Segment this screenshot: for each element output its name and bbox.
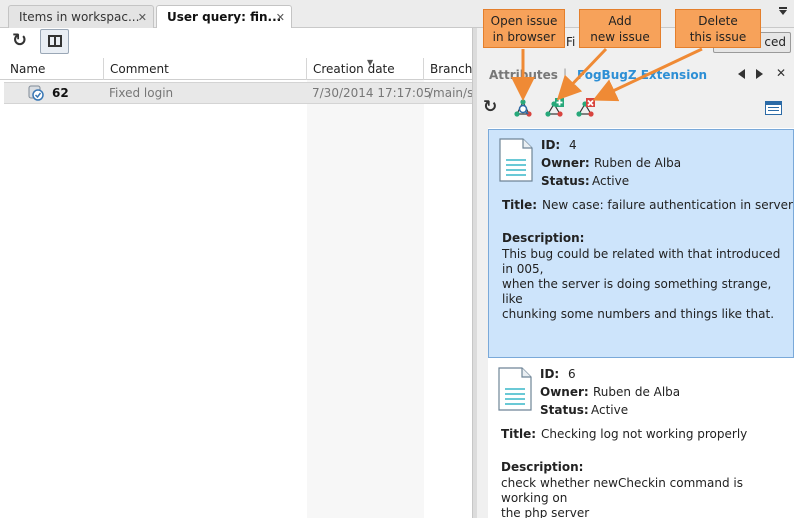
open-issue-icon[interactable] — [512, 97, 534, 119]
tab-user-query[interactable]: User query: fin... ✕ — [156, 5, 292, 29]
id-label: ID: — [540, 367, 560, 381]
close-icon[interactable]: ✕ — [776, 66, 786, 80]
column-header-branch[interactable]: Branch — [424, 58, 472, 80]
issue-owner: Ruben de Alba — [594, 156, 682, 170]
owner-label: Owner: — [540, 385, 589, 399]
issue-description: This bug could be related with that intr… — [502, 247, 781, 321]
chevron-down-icon[interactable] — [778, 6, 788, 16]
left-toolbar: ↻ — [0, 28, 474, 56]
description-label: Description: — [502, 231, 585, 245]
filter-label: Fi — [566, 35, 576, 49]
tab-label: User query: fin... — [167, 10, 282, 24]
issue-title: Checking log not working properly — [541, 427, 748, 441]
owner-label: Owner: — [541, 156, 590, 170]
table-header: Name Comment Creation date Branch ▼ — [0, 58, 472, 80]
description-label: Description: — [501, 460, 584, 474]
callout-delete-issue: Delete this issue — [675, 9, 761, 48]
nav-prev-icon[interactable] — [738, 69, 745, 79]
issue-status: Active — [591, 403, 629, 417]
extension-toolbar: ↻ — [477, 92, 794, 124]
refresh-icon[interactable]: ↻ — [12, 32, 27, 50]
tab-fogbugz-extension[interactable]: FogBugZ Extension — [577, 68, 707, 82]
nav-next-icon[interactable] — [756, 69, 763, 79]
issue-id: 4 — [569, 138, 577, 152]
refresh-icon[interactable]: ↻ — [483, 98, 497, 116]
id-label: ID: — [541, 138, 561, 152]
add-issue-icon[interactable] — [543, 97, 565, 119]
tab-attributes[interactable]: Attributes — [489, 68, 558, 82]
tab-label: Items in workspac... — [19, 10, 140, 24]
changeset-icon — [28, 85, 44, 101]
issue-list: ID: 4 Owner: Ruben de Alba Status: Activ… — [488, 128, 794, 518]
column-header-creation-date[interactable]: Creation date — [307, 58, 424, 80]
table-row[interactable]: 62 Fixed login 7/30/2014 17:17:05 /main/… — [4, 82, 472, 104]
title-label: Title: — [501, 427, 537, 441]
panel-icon — [48, 35, 62, 47]
row-comment: Fixed login — [109, 86, 174, 100]
row-branch: /main/s — [429, 86, 472, 100]
tab-separator: | — [563, 67, 568, 81]
tab-items-in-workspace[interactable]: Items in workspac... ✕ — [8, 5, 154, 28]
close-icon[interactable]: ✕ — [276, 11, 285, 24]
column-header-name[interactable]: Name — [4, 58, 104, 80]
grid-view-icon[interactable] — [765, 101, 782, 115]
document-icon — [499, 138, 533, 182]
issue-status: Active — [592, 174, 630, 188]
document-icon — [498, 367, 532, 411]
issue-owner: Ruben de Alba — [593, 385, 681, 399]
close-icon[interactable]: ✕ — [138, 11, 147, 24]
list-item[interactable]: ID: 6 Owner: Ruben de Alba Status: Activ… — [488, 359, 794, 518]
column-header-comment[interactable]: Comment — [104, 58, 307, 80]
callout-open-issue: Open issue in browser — [483, 9, 565, 48]
status-label: Status: — [540, 403, 589, 417]
toggle-panel-button[interactable] — [40, 29, 69, 54]
status-label: Status: — [541, 174, 590, 188]
panel-tabs: Attributes | FogBugZ Extension ✕ — [477, 58, 794, 88]
issue-title: New case: failure authentication in serv… — [542, 198, 794, 212]
issue-description: check whether newCheckin command is work… — [501, 476, 743, 518]
app-window: Items in workspac... ✕ User query: fin..… — [0, 0, 794, 518]
delete-issue-icon[interactable] — [574, 97, 596, 119]
row-date: 7/30/2014 17:17:05 — [312, 86, 432, 100]
sort-desc-icon: ▼ — [367, 58, 374, 67]
sorted-column-shade — [307, 80, 424, 518]
callout-add-issue: Add new issue — [579, 9, 661, 48]
list-item[interactable]: ID: 4 Owner: Ruben de Alba Status: Activ… — [488, 129, 794, 358]
changesets-table: Name Comment Creation date Branch ▼ 62 F… — [0, 58, 472, 518]
details-panel: Fi ced Attributes | FogBugZ Extension ✕ … — [477, 28, 794, 518]
title-label: Title: — [502, 198, 538, 212]
issue-id: 6 — [568, 367, 576, 381]
row-name: 62 — [52, 86, 69, 100]
